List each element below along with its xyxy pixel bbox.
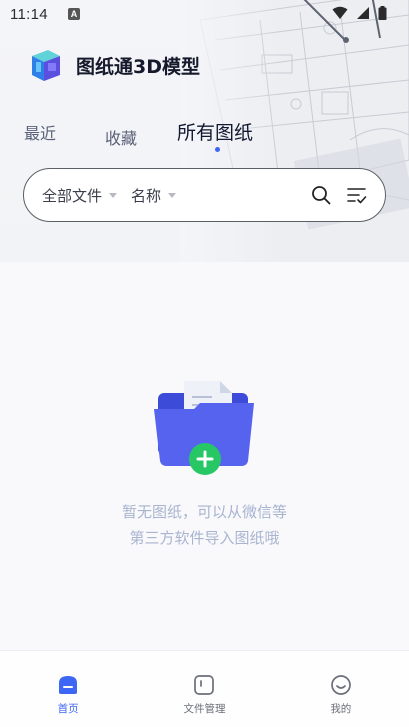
empty-folder-icon	[154, 381, 254, 475]
sort-filter[interactable]: 名称	[131, 185, 177, 206]
battery-icon	[378, 6, 387, 20]
empty-state-line-1: 暂无图纸，可以从微信等	[121, 503, 287, 521]
tab-bar: 最近 收藏 所有图纸	[0, 110, 409, 158]
tab-all-drawings[interactable]: 所有图纸	[177, 118, 253, 145]
active-tab-indicator	[215, 147, 220, 152]
tab-favorites[interactable]: 收藏	[105, 125, 137, 149]
app-header: 图纸通3D模型	[28, 47, 200, 83]
wifi-icon	[332, 6, 348, 19]
status-time: 11:14	[10, 5, 48, 23]
nav-item-profile[interactable]: 我的	[273, 651, 409, 727]
file-type-filter[interactable]: 全部文件	[42, 185, 118, 206]
pill-actions	[311, 185, 367, 205]
nav-label-home: 首页	[57, 703, 79, 715]
list-check-icon	[347, 188, 367, 204]
status-indicators	[332, 6, 387, 20]
search-button[interactable]	[311, 185, 331, 205]
nav-label-profile: 我的	[330, 703, 352, 715]
filter-search-bar: 全部文件 名称	[23, 168, 386, 222]
nav-item-home[interactable]: 首页	[0, 651, 136, 727]
chevron-down-icon	[168, 192, 177, 198]
empty-state-message: 暂无图纸，可以从微信等 第三方软件导入图纸哦	[0, 499, 409, 551]
empty-state-line-2: 第三方软件导入图纸哦	[129, 529, 280, 547]
tab-recent[interactable]: 最近	[24, 120, 56, 144]
folder-icon	[192, 673, 216, 697]
home-icon	[56, 673, 80, 697]
status-bar: 11:14 A	[0, 0, 409, 28]
app-logo-icon	[32, 50, 60, 81]
search-icon	[312, 186, 331, 205]
file-type-filter-label: 全部文件	[42, 186, 103, 205]
bottom-navigation: 首页 文件管理 我的	[0, 650, 409, 727]
nav-label-file-management: 文件管理	[183, 703, 226, 715]
signal-icon	[357, 7, 369, 19]
nav-item-file-management[interactable]: 文件管理	[136, 651, 272, 727]
smiley-icon	[329, 673, 353, 697]
notification-badge-icon: A	[67, 8, 80, 20]
multi-select-button[interactable]	[347, 185, 367, 205]
sort-filter-label: 名称	[131, 186, 162, 205]
chevron-down-icon	[109, 192, 118, 198]
app-title: 图纸通3D模型	[76, 55, 200, 78]
